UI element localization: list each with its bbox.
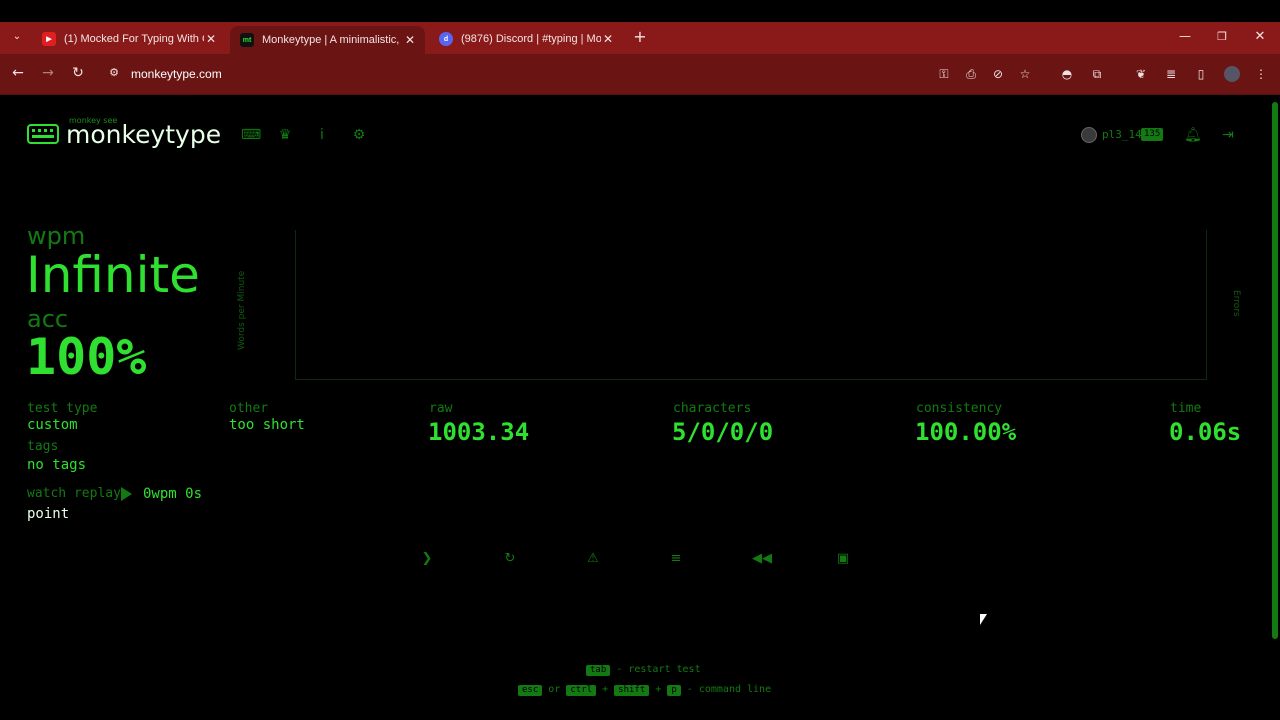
wpm-value: Infinite (26, 246, 200, 304)
user-level-badge: 135 (1141, 128, 1164, 141)
user-name[interactable]: pl3_14 (1102, 128, 1142, 141)
close-tab-icon[interactable]: ✕ (603, 32, 613, 46)
mouse-cursor-icon (980, 614, 987, 625)
tab-title: (1) Mocked For Typing With One (64, 33, 204, 45)
test-type-label: test type (27, 401, 98, 416)
youtube-icon: ▶ (42, 32, 56, 46)
plus-sign: + (655, 684, 662, 695)
profile-avatar[interactable] (1224, 66, 1240, 82)
password-key-icon[interactable]: ⚿ (936, 66, 952, 82)
monkeytype-icon: mt (240, 33, 254, 47)
minimize-icon[interactable]: — (1177, 29, 1193, 43)
close-window-icon[interactable]: ✕ (1252, 29, 1268, 44)
chart-y-axis-label: Words per Minute (237, 270, 247, 350)
raw-value: 1003.34 (428, 418, 530, 446)
acc-value: 100% (26, 328, 147, 386)
page-scrollbar[interactable] (1272, 102, 1278, 639)
extension-leaf-icon[interactable]: ❦ (1133, 66, 1149, 82)
replay-word: point (27, 506, 70, 522)
next-test-chevron-icon[interactable]: ❯ (419, 551, 435, 567)
monkeytype-logo-icon[interactable] (27, 124, 59, 144)
close-tab-icon[interactable]: ✕ (206, 32, 216, 46)
key-tab: tab (586, 665, 611, 676)
menu-kebab-icon[interactable]: ⋮ (1253, 66, 1269, 82)
restore-icon[interactable]: ❐ (1214, 30, 1230, 43)
replay-play-icon[interactable] (121, 487, 132, 501)
key-p: p (667, 685, 681, 696)
site-info-icon[interactable]: ⚙ (106, 66, 122, 79)
discord-icon: d (439, 32, 453, 46)
characters-value: 5/0/0/0 (672, 418, 774, 446)
extensions-icon[interactable]: ⧉ (1089, 66, 1105, 82)
consistency-label: consistency (916, 401, 1003, 416)
keyboard-icon[interactable]: ⌨ (241, 128, 261, 142)
url-field[interactable]: monkeytype.com (131, 67, 222, 81)
watch-replay-label[interactable]: watch replay (27, 486, 121, 501)
time-label: time (1170, 401, 1202, 416)
command-line-hint: esc or ctrl + shift + p - command line (518, 684, 771, 696)
key-shift: shift (614, 685, 650, 696)
forward-icon[interactable]: → (40, 65, 56, 81)
side-panel-icon[interactable]: ▯ (1193, 66, 1209, 82)
plus-sign: + (602, 684, 609, 695)
tags-label: tags (27, 439, 59, 454)
replay-stats: 0wpm 0s (143, 486, 203, 502)
reading-list-icon[interactable]: ≣ (1163, 66, 1179, 82)
tab-title: Monkeytype | A minimalistic, cu (262, 34, 402, 46)
restart-test-icon[interactable]: ↻ (502, 551, 518, 567)
eye-off-icon[interactable]: ⊘ (990, 66, 1006, 82)
replay-rewind-icon[interactable]: ◀◀ (752, 551, 772, 567)
restart-hint: tab - restart test (586, 664, 701, 676)
tab-search-chevron-icon[interactable]: ⌄ (9, 31, 25, 45)
characters-label: characters (673, 401, 752, 416)
tags-value: no tags (27, 457, 87, 473)
logo-text[interactable]: monkeytype (66, 120, 221, 149)
tab-monkeytype[interactable]: mt Monkeytype | A minimalistic, cu ✕ (230, 26, 425, 54)
command-hint-text: - command line (686, 684, 772, 695)
time-value: 0.06s (1169, 418, 1242, 446)
info-icon[interactable]: i (314, 128, 330, 142)
or-text: or (548, 684, 561, 695)
consistency-value: 100.00% (915, 418, 1017, 446)
notifications-bell-icon[interactable]: 🔔︎ (1184, 128, 1202, 142)
user-avatar[interactable] (1081, 127, 1097, 143)
close-tab-icon[interactable]: ✕ (405, 33, 415, 47)
chart-errors-axis-label: Errors (1231, 290, 1241, 317)
settings-gear-icon[interactable]: ⚙ (351, 128, 367, 142)
back-icon[interactable]: ← (10, 65, 26, 81)
tab-title: (9876) Discord | #typing | Monk (461, 33, 601, 45)
key-ctrl: ctrl (566, 685, 597, 696)
sign-out-icon[interactable]: ⇥ (1220, 128, 1236, 142)
tab-youtube[interactable]: ▶ (1) Mocked For Typing With One ✕ (32, 26, 226, 52)
screenshot-image-icon[interactable]: ▣ (835, 551, 851, 567)
raw-label: raw (429, 401, 453, 416)
word-history-icon[interactable]: ≡ (668, 551, 684, 567)
key-esc: esc (518, 685, 543, 696)
reload-icon[interactable]: ↻ (70, 65, 86, 81)
other-label: other (229, 401, 269, 416)
install-app-icon[interactable]: ⎙ (963, 66, 979, 82)
window-top-bar (0, 0, 1280, 22)
incognito-icon[interactable]: ◓ (1059, 66, 1075, 82)
new-tab-icon[interactable]: + (632, 29, 648, 45)
bookmark-star-icon[interactable]: ☆ (1017, 66, 1033, 82)
other-value: too short (229, 417, 305, 433)
tab-discord[interactable]: d (9876) Discord | #typing | Monk ✕ (429, 26, 623, 52)
crown-icon[interactable]: ♛ (277, 128, 293, 142)
result-chart (295, 230, 1207, 380)
test-type-value: custom (27, 417, 78, 433)
restart-hint-text: - restart test (616, 664, 701, 675)
report-warning-icon[interactable]: ⚠ (585, 551, 601, 567)
